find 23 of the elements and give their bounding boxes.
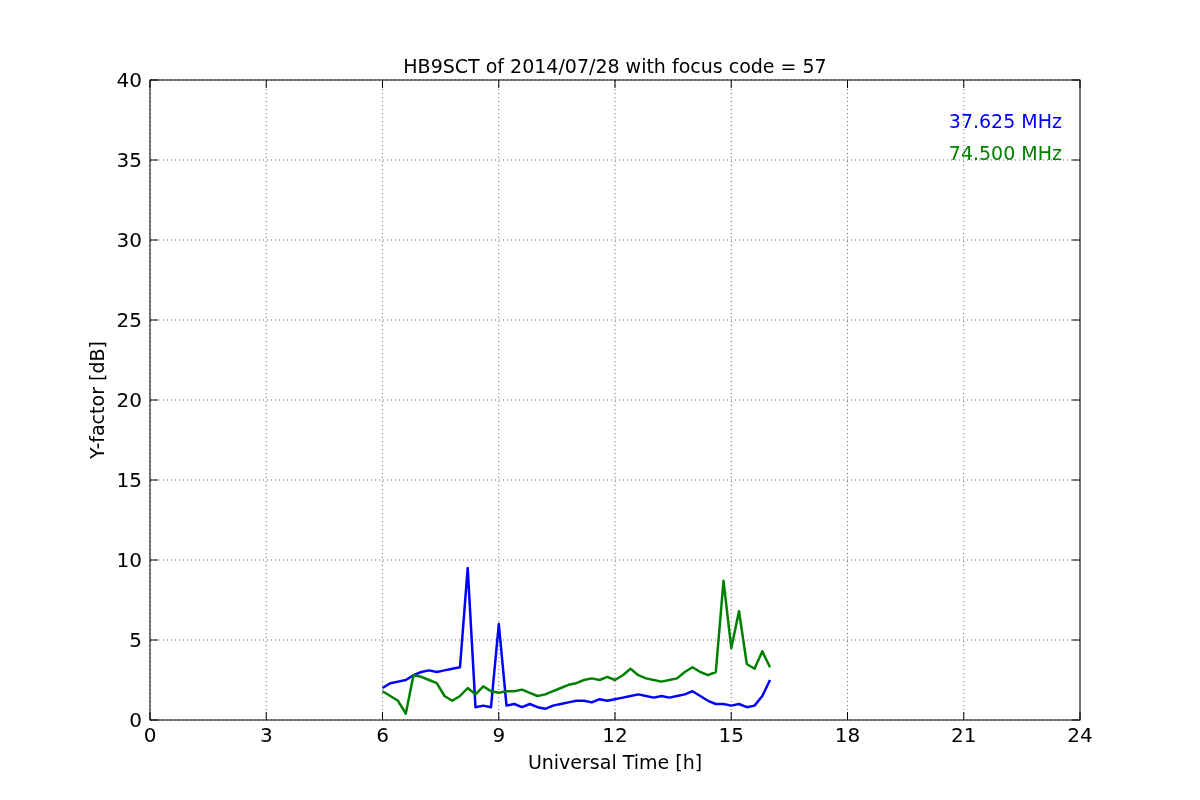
tick-label: 5 xyxy=(129,628,142,652)
chart-title: HB9SCT of 2014/07/28 with focus code = 57 xyxy=(403,55,827,77)
tick-label: 3 xyxy=(259,723,273,747)
tick-label: 6 xyxy=(376,723,389,747)
y-axis-label: Y-factor [dB] xyxy=(86,341,108,459)
tick-label: 0 xyxy=(143,723,157,747)
tick-label: 15 xyxy=(116,468,142,492)
tick-label: 12 xyxy=(602,723,628,747)
tick-label: 25 xyxy=(116,308,142,332)
tick-label: 40 xyxy=(116,68,142,92)
tick-label: 35 xyxy=(116,148,142,172)
x-axis-label: Universal Time [h] xyxy=(527,751,703,773)
legend-label: 74.500 MHz xyxy=(948,142,1062,164)
tick-label: 10 xyxy=(116,548,142,572)
tick-label: 0 xyxy=(129,708,142,732)
tick-label: 15 xyxy=(718,723,744,747)
legend-label: 37.625 MHz xyxy=(948,110,1062,132)
tick-label: 18 xyxy=(834,723,861,747)
tick-label: 21 xyxy=(951,723,977,747)
tick-label: 9 xyxy=(492,723,506,747)
tick-label: 20 xyxy=(116,388,142,412)
tick-label: 30 xyxy=(116,228,142,252)
tick-label: 24 xyxy=(1067,723,1093,747)
